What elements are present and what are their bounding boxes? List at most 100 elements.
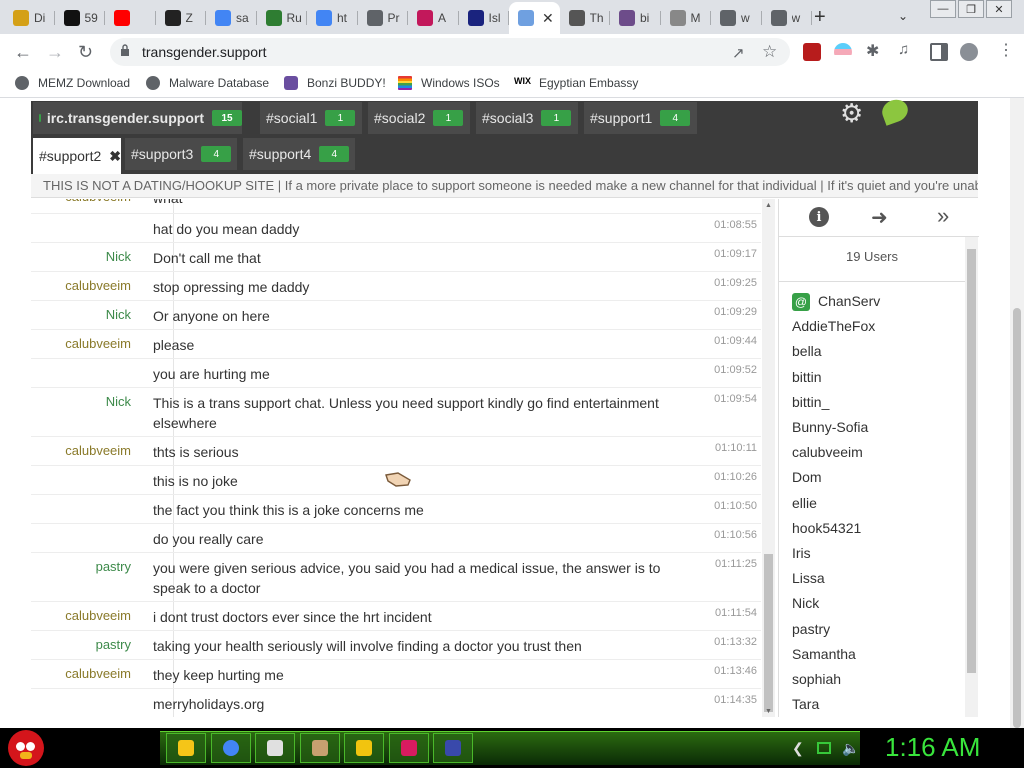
browser-tab[interactable]: bi [610, 4, 661, 32]
user-list-item[interactable]: AddieTheFox [792, 318, 875, 334]
bookmark-memz[interactable]: MEMZ Download [15, 76, 130, 90]
browser-tab[interactable]: sa [206, 4, 257, 32]
media-control-icon[interactable]: ♫ [898, 41, 909, 58]
message-nick[interactable]: Nick [31, 307, 131, 322]
user-list-item[interactable]: hook54321 [792, 520, 861, 536]
user-list-item[interactable]: Bunny-Sofia [792, 419, 868, 435]
browser-tab[interactable]: 59 [55, 4, 105, 32]
bookmark-egyptian-embassy[interactable]: WIX Egyptian Embassy [514, 76, 638, 90]
message-nick[interactable]: calubveeim [31, 199, 131, 204]
message-nick[interactable]: pastry [31, 637, 131, 652]
channel-tab-support1[interactable]: #support1 4 [584, 102, 697, 134]
browser-tab[interactable]: w [711, 4, 762, 32]
collapse-sidebar-icon[interactable]: » [937, 203, 949, 229]
browser-tab[interactable]: Di [4, 4, 55, 32]
message-nick[interactable]: pastry [31, 559, 131, 574]
close-icon[interactable]: ✖ [109, 148, 121, 165]
taskbar-app-button[interactable] [344, 733, 384, 763]
browser-tab[interactable] [105, 4, 156, 32]
taskbar-app-button[interactable] [388, 733, 429, 763]
message-nick[interactable]: Nick [31, 249, 131, 264]
address-bar[interactable]: transgender.support ↗ ☆ [110, 38, 790, 66]
trans-flag-extension-icon[interactable] [834, 43, 852, 61]
message-nick[interactable]: Nick [31, 394, 131, 409]
scroll-down-arrow-icon[interactable]: ▼ [765, 708, 772, 715]
user-list-item[interactable]: bittin_ [792, 394, 829, 410]
user-list-item[interactable]: Lissa [792, 570, 825, 586]
restore-button[interactable]: ❐ [958, 0, 984, 18]
channel-tab-social3[interactable]: #social3 1 [476, 102, 578, 134]
ublock-extension-icon[interactable] [803, 43, 821, 61]
message-nick[interactable]: calubveeim [31, 336, 131, 351]
message-nick[interactable]: calubveeim [31, 666, 131, 681]
user-list-item[interactable]: Iris [792, 545, 811, 561]
browser-tab[interactable]: w [762, 4, 812, 32]
forward-icon[interactable]: → [46, 42, 64, 63]
browser-tab[interactable]: M [661, 4, 711, 32]
taskbar-app-button[interactable] [255, 733, 295, 763]
start-button-angry-bird-icon[interactable] [8, 730, 44, 766]
browser-tab[interactable]: ht [307, 4, 358, 32]
settings-gear-icon[interactable]: ⚙ [840, 98, 863, 129]
message-nick[interactable]: calubveeim [31, 608, 131, 623]
taskbar-app-button[interactable] [210, 733, 251, 763]
userlist-scrollbar[interactable] [965, 237, 978, 717]
bookmark-malware-database[interactable]: Malware Database [146, 76, 269, 90]
browser-tab[interactable]: Th [560, 4, 610, 32]
server-tab[interactable]: irc.transgender.support 15 [33, 102, 242, 134]
close-window-button[interactable]: ✕ [986, 0, 1012, 18]
user-list-item[interactable]: Tara [792, 696, 819, 712]
scroll-thumb[interactable] [1013, 308, 1021, 728]
message-nick[interactable]: calubveeim [31, 443, 131, 458]
user-list-item[interactable]: bittin [792, 369, 822, 385]
user-list-item[interactable]: Nick [792, 595, 819, 611]
network-status-icon[interactable] [817, 742, 831, 754]
channel-tab-support2[interactable]: #support2 ✖ [33, 138, 121, 174]
browser-tab[interactable]: Z [156, 4, 206, 32]
user-list-item[interactable]: Dom [792, 469, 822, 485]
tab-search-chevron-down-icon[interactable]: ⌄ [898, 9, 908, 23]
user-list-item[interactable]: calubveeim [792, 444, 863, 460]
user-list-item[interactable]: sophiah [792, 671, 841, 687]
minimize-button[interactable]: — [930, 0, 956, 18]
share-icon[interactable]: ↗ [732, 44, 745, 62]
close-tab-icon[interactable]: ✕ [542, 10, 554, 27]
channel-tab-support3[interactable]: #support3 4 [125, 138, 237, 170]
taskbar-app-button[interactable] [433, 733, 473, 763]
channel-tab-support4[interactable]: #support4 4 [243, 138, 355, 170]
scroll-thumb[interactable] [967, 249, 976, 673]
tray-overflow-icon[interactable]: ❮ [792, 740, 804, 757]
bookmark-bonzi-buddy[interactable]: Bonzi BUDDY! [284, 76, 386, 90]
browser-tab[interactable]: Pr [358, 4, 408, 32]
user-list-item[interactable]: pastry [792, 621, 830, 637]
volume-icon[interactable]: 🔈 [842, 740, 859, 757]
taskbar-app-button[interactable] [299, 733, 340, 763]
browser-tab[interactable]: A [408, 4, 459, 32]
channel-tab-social1[interactable]: #social1 1 [260, 102, 362, 134]
message-scrollbar[interactable]: ▲ ▼ [762, 199, 775, 717]
bookmark-star-icon[interactable]: ☆ [762, 42, 777, 62]
new-tab-button[interactable]: + [814, 6, 826, 29]
message-nick[interactable]: calubveeim [31, 278, 131, 293]
scroll-thumb[interactable] [764, 554, 773, 712]
extensions-puzzle-icon[interactable]: ✱ [866, 41, 879, 61]
channel-info-icon[interactable]: i [809, 207, 829, 227]
channel-tab-social2[interactable]: #social2 1 [368, 102, 470, 134]
bookmark-windows-isos[interactable]: Windows ISOs [398, 76, 500, 90]
taskbar-app-button[interactable] [166, 733, 206, 763]
scroll-up-arrow-icon[interactable]: ▲ [765, 202, 772, 209]
chrome-menu-icon[interactable]: ⋮ [998, 40, 1014, 60]
page-scrollbar[interactable] [1010, 98, 1024, 728]
taskbar-clock[interactable]: 1:16 AM [885, 732, 980, 763]
side-panel-icon[interactable] [930, 43, 948, 61]
reload-icon[interactable]: ↻ [78, 42, 93, 63]
browser-tab[interactable]: Isl [459, 4, 509, 32]
user-list-item[interactable]: ellie [792, 495, 817, 511]
leave-channel-icon[interactable]: ➜ [871, 205, 888, 230]
browser-tab[interactable]: Ru [257, 4, 307, 32]
back-icon[interactable]: ← [14, 42, 32, 63]
user-list-item[interactable]: Samantha [792, 646, 856, 662]
user-list-item[interactable]: @ ChanServ [792, 293, 880, 312]
profile-avatar-icon[interactable] [960, 43, 978, 61]
user-list-item[interactable]: bella [792, 343, 822, 359]
